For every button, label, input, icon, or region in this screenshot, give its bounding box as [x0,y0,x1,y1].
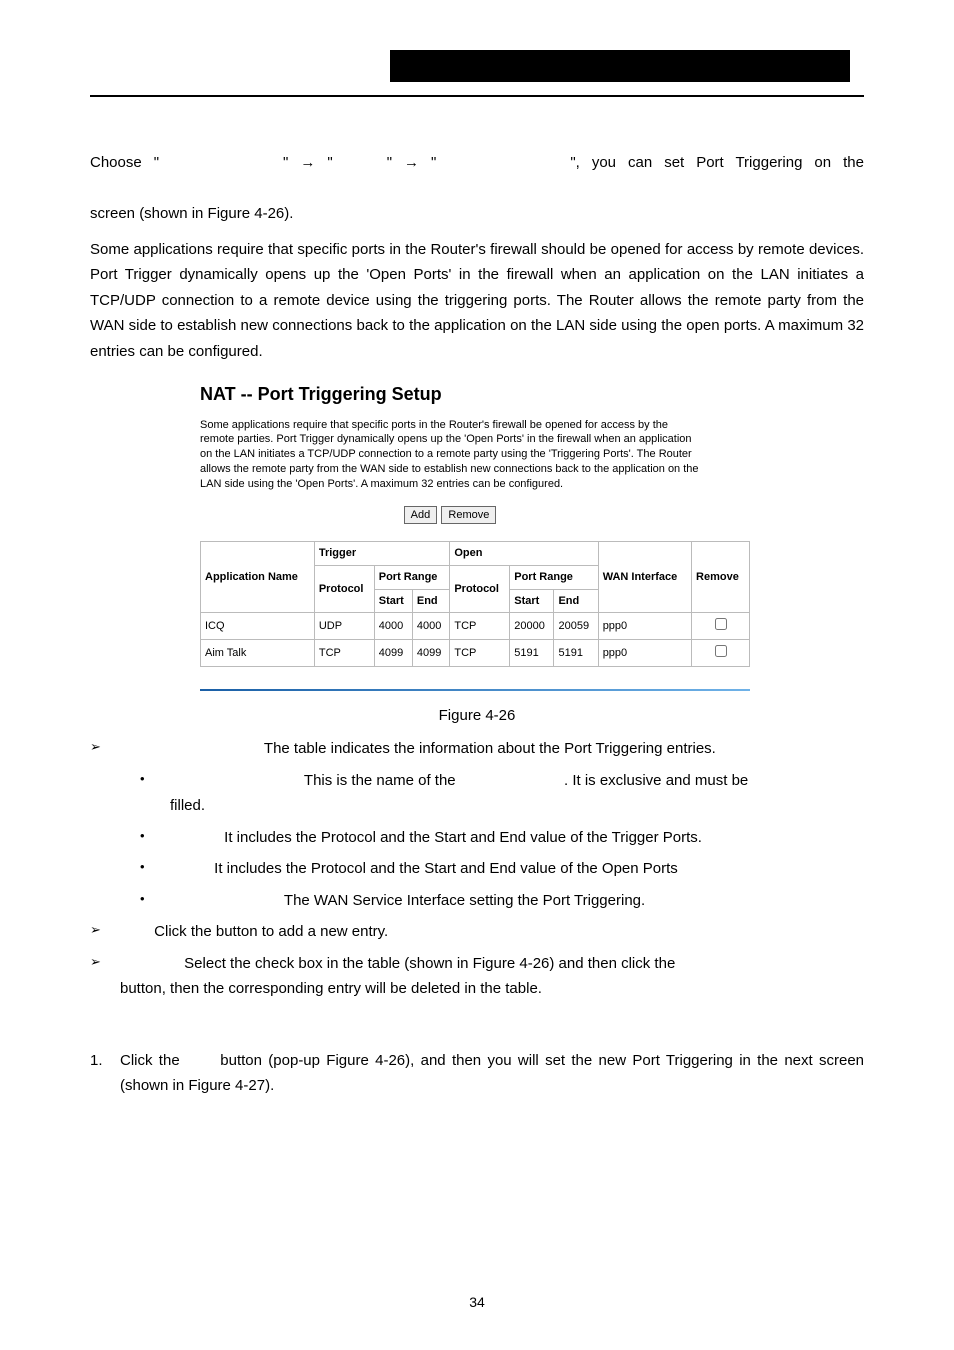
cell-app: Aim Talk [201,640,315,667]
nav-line2: screen (shown in Figure 4-26). [90,201,864,227]
cell-tstart: 4099 [374,640,412,667]
list-item: ➢ The table indicates the information ab… [90,736,864,762]
nav-text-a: Choose " [90,154,159,171]
cell-oproto: TCP [450,613,510,640]
list-item: • The WAN Service Interface setting the … [140,888,864,914]
cell-wan: ppp0 [598,640,691,667]
nav-path-para: Choose " " → " " → " ", you can set Port… [90,150,864,227]
header-rule [90,95,864,97]
col-t-portrange: Port Range [374,566,450,590]
bullet-icon: ➢ [90,951,120,977]
cell-oend: 5191 [554,640,598,667]
col-wan: WAN Interface [598,542,691,613]
header-black-bar [390,50,850,82]
cell-app: ICQ [201,613,315,640]
col-t-end: End [412,589,449,613]
nav-text-b: " [283,154,288,171]
nav-text-e: " [431,154,436,171]
cell-tend: 4099 [412,640,449,667]
col-o-portrange: Port Range [510,566,598,590]
cell-oproto: TCP [450,640,510,667]
cell-tproto: TCP [314,640,374,667]
step-text-b: button (pop-up Figure 4-26), and then yo… [120,1052,864,1095]
figure-4-26: NAT -- Port Triggering Setup Some applic… [200,379,864,691]
bullet-icon: ➢ [90,919,120,945]
list-item: 1. Click the button (pop-up Figure 4-26)… [90,1048,864,1099]
cell-tstart: 4000 [374,613,412,640]
intro-paragraph: Some applications require that specific … [90,237,864,365]
col-o-start: Start [510,589,554,613]
arrow-icon: → [404,154,419,171]
figure-caption: Figure 4-26 [90,703,864,729]
list-item: • This is the name of the . It is exclus… [140,768,864,794]
list-item: ➢ Click the button to add a new entry. [90,919,864,945]
remove-checkbox[interactable] [715,618,727,630]
col-t-start: Start [374,589,412,613]
list-item: • It includes the Protocol and the Start… [140,856,864,882]
cell-tproto: UDP [314,613,374,640]
li-text: It includes the Protocol and the Start a… [214,860,678,877]
cell-ostart: 20000 [510,613,554,640]
main-content: Choose " " → " " → " ", you can set Port… [90,150,864,1099]
step-text-a: Click the [120,1052,186,1069]
li-cont: filled. [170,793,864,819]
nav-text-d: " [387,154,392,171]
bullet-icon: ➢ [90,736,120,762]
triggering-table: Application Name Trigger Open WAN Interf… [200,541,750,666]
bullet-icon: • [140,888,170,914]
figure-description: Some applications require that specific … [200,418,700,492]
page-number: 34 [0,1294,954,1310]
cell-ostart: 5191 [510,640,554,667]
col-remove: Remove [692,542,750,613]
li-text-b: . It is exclusive and must be [564,772,748,789]
bullet-icon: • [140,856,170,882]
li-text: It includes the Protocol and the Start a… [224,829,702,846]
li-text: Click the button to add a new entry. [154,923,388,940]
remove-checkbox[interactable] [715,645,727,657]
col-t-protocol: Protocol [314,566,374,613]
bullet-icon: • [140,768,170,794]
li-text: The WAN Service Interface setting the Po… [284,892,645,909]
cell-tend: 4000 [412,613,449,640]
li-text-a: This is the name of the [304,772,460,789]
col-open: Open [450,542,598,566]
figure-title: NAT -- Port Triggering Setup [200,379,864,410]
bullet-icon: • [140,825,170,851]
list-item: ➢ Select the check box in the table (sho… [90,951,864,977]
add-button[interactable]: Add [404,506,438,524]
cell-wan: ppp0 [598,613,691,640]
nav-text-f: ", you can set Port Triggering on the [570,154,864,171]
arrow-icon: → [300,154,315,171]
col-app-name: Application Name [201,542,315,613]
table-row: Aim Talk TCP 4099 4099 TCP 5191 5191 ppp… [201,640,750,667]
col-trigger: Trigger [314,542,450,566]
li-cont: button, then the corresponding entry wil… [120,976,864,1002]
list-item: • It includes the Protocol and the Start… [140,825,864,851]
number-marker: 1. [90,1048,120,1099]
bullet-list: ➢ The table indicates the information ab… [90,736,864,1099]
table-row: ICQ UDP 4000 4000 TCP 20000 20059 ppp0 [201,613,750,640]
figure-bottom-rule [200,689,750,691]
cell-oend: 20059 [554,613,598,640]
remove-button[interactable]: Remove [441,506,496,524]
li-text: The table indicates the information abou… [264,740,716,757]
li-text-a: Select the check box in the table (shown… [184,955,675,972]
col-o-protocol: Protocol [450,566,510,613]
nav-text-c: " [327,154,332,171]
col-o-end: End [554,589,598,613]
